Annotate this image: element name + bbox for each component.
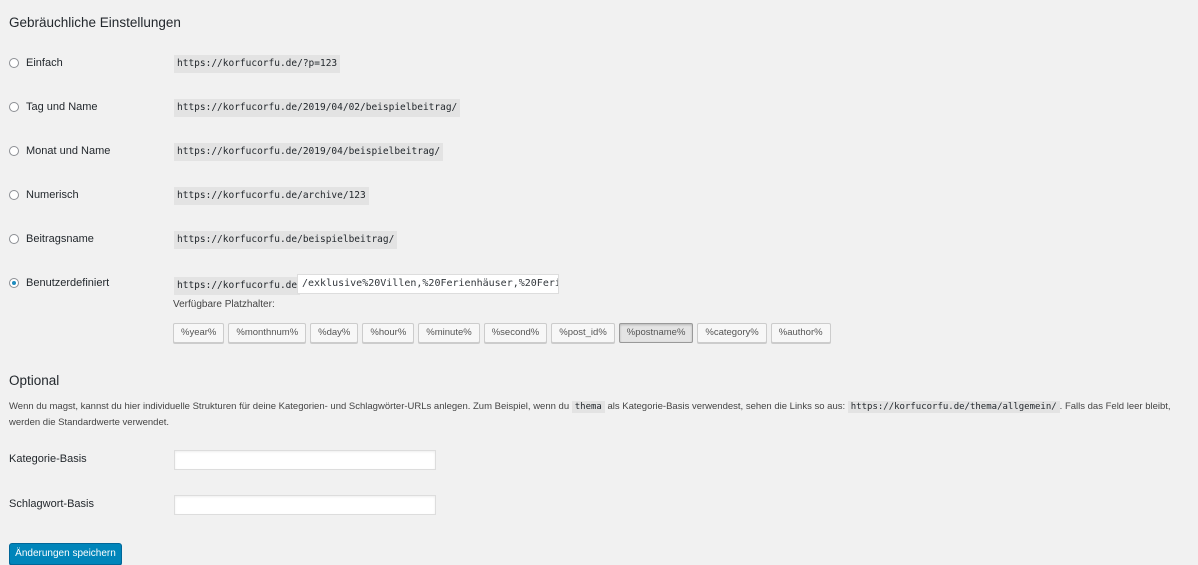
- option-label[interactable]: Tag und Name: [26, 101, 98, 113]
- radio-icon[interactable]: [9, 234, 19, 244]
- option-monat-und-name[interactable]: Monat und Name: [9, 143, 110, 159]
- placeholder-buttons: %year% %monthnum% %day% %hour% %minute% …: [173, 323, 831, 343]
- placeholders-label: Verfügbare Platzhalter:: [173, 299, 275, 310]
- description-text: als Kategorie-Basis verwendest, sehen di…: [604, 401, 848, 412]
- radio-icon[interactable]: [9, 190, 19, 200]
- tag-base-input[interactable]: [174, 495, 436, 515]
- optional-heading: Optional: [9, 373, 60, 388]
- optional-description: Wenn du magst, kannst du hier individuel…: [9, 399, 1191, 430]
- option-beitragsname[interactable]: Beitragsname: [9, 231, 94, 247]
- option-benutzerdefiniert[interactable]: Benutzerdefiniert: [9, 275, 109, 291]
- placeholder-monthnum-button[interactable]: %monthnum%: [228, 323, 307, 343]
- option-label[interactable]: Beitragsname: [26, 233, 94, 245]
- category-base-label: Kategorie-Basis: [9, 453, 87, 465]
- option-label[interactable]: Einfach: [26, 57, 63, 69]
- placeholder-day-button[interactable]: %day%: [310, 323, 359, 343]
- option-url: https://korfucorfu.de/beispielbeitrag/: [174, 231, 398, 249]
- placeholder-second-button[interactable]: %second%: [483, 323, 548, 343]
- description-text: Wenn du magst, kannst du hier individuel…: [9, 401, 572, 412]
- radio-checked-icon[interactable]: [9, 278, 19, 288]
- radio-icon[interactable]: [9, 146, 19, 156]
- placeholder-category-button[interactable]: %category%: [697, 323, 767, 343]
- radio-icon[interactable]: [9, 102, 19, 112]
- option-label[interactable]: Monat und Name: [26, 145, 110, 157]
- option-label[interactable]: Benutzerdefiniert: [26, 277, 109, 289]
- radio-icon[interactable]: [9, 58, 19, 68]
- option-label[interactable]: Numerisch: [26, 189, 79, 201]
- custom-structure-input[interactable]: /exklusive%20Villen,%20Ferienhäuser,%20F…: [297, 274, 559, 294]
- description-code-example: thema: [571, 401, 605, 413]
- placeholder-year-button[interactable]: %year%: [173, 323, 225, 343]
- option-numerisch[interactable]: Numerisch: [9, 187, 79, 203]
- placeholder-minute-button[interactable]: %minute%: [418, 323, 480, 343]
- option-url: https://korfucorfu.de/archive/123: [174, 187, 369, 205]
- option-url: https://korfucorfu.de/2019/04/02/beispie…: [174, 99, 461, 117]
- description-code-url: https://korfucorfu.de/thema/allgemein/: [847, 401, 1060, 413]
- common-settings-heading: Gebräuchliche Einstellungen: [9, 15, 181, 30]
- category-base-input[interactable]: [174, 450, 436, 470]
- tag-base-label: Schlagwort-Basis: [9, 498, 94, 510]
- option-einfach[interactable]: Einfach: [9, 55, 63, 71]
- placeholder-post-id-button[interactable]: %post_id%: [551, 323, 615, 343]
- placeholder-postname-button[interactable]: %postname%: [618, 323, 694, 343]
- option-tag-und-name[interactable]: Tag und Name: [9, 99, 98, 115]
- placeholder-author-button[interactable]: %author%: [770, 323, 831, 343]
- option-url: https://korfucorfu.de/2019/04/beispielbe…: [174, 143, 444, 161]
- option-url: https://korfucorfu.de/?p=123: [174, 55, 341, 73]
- custom-base-url: https://korfucorfu.de: [174, 277, 301, 295]
- placeholder-hour-button[interactable]: %hour%: [362, 323, 415, 343]
